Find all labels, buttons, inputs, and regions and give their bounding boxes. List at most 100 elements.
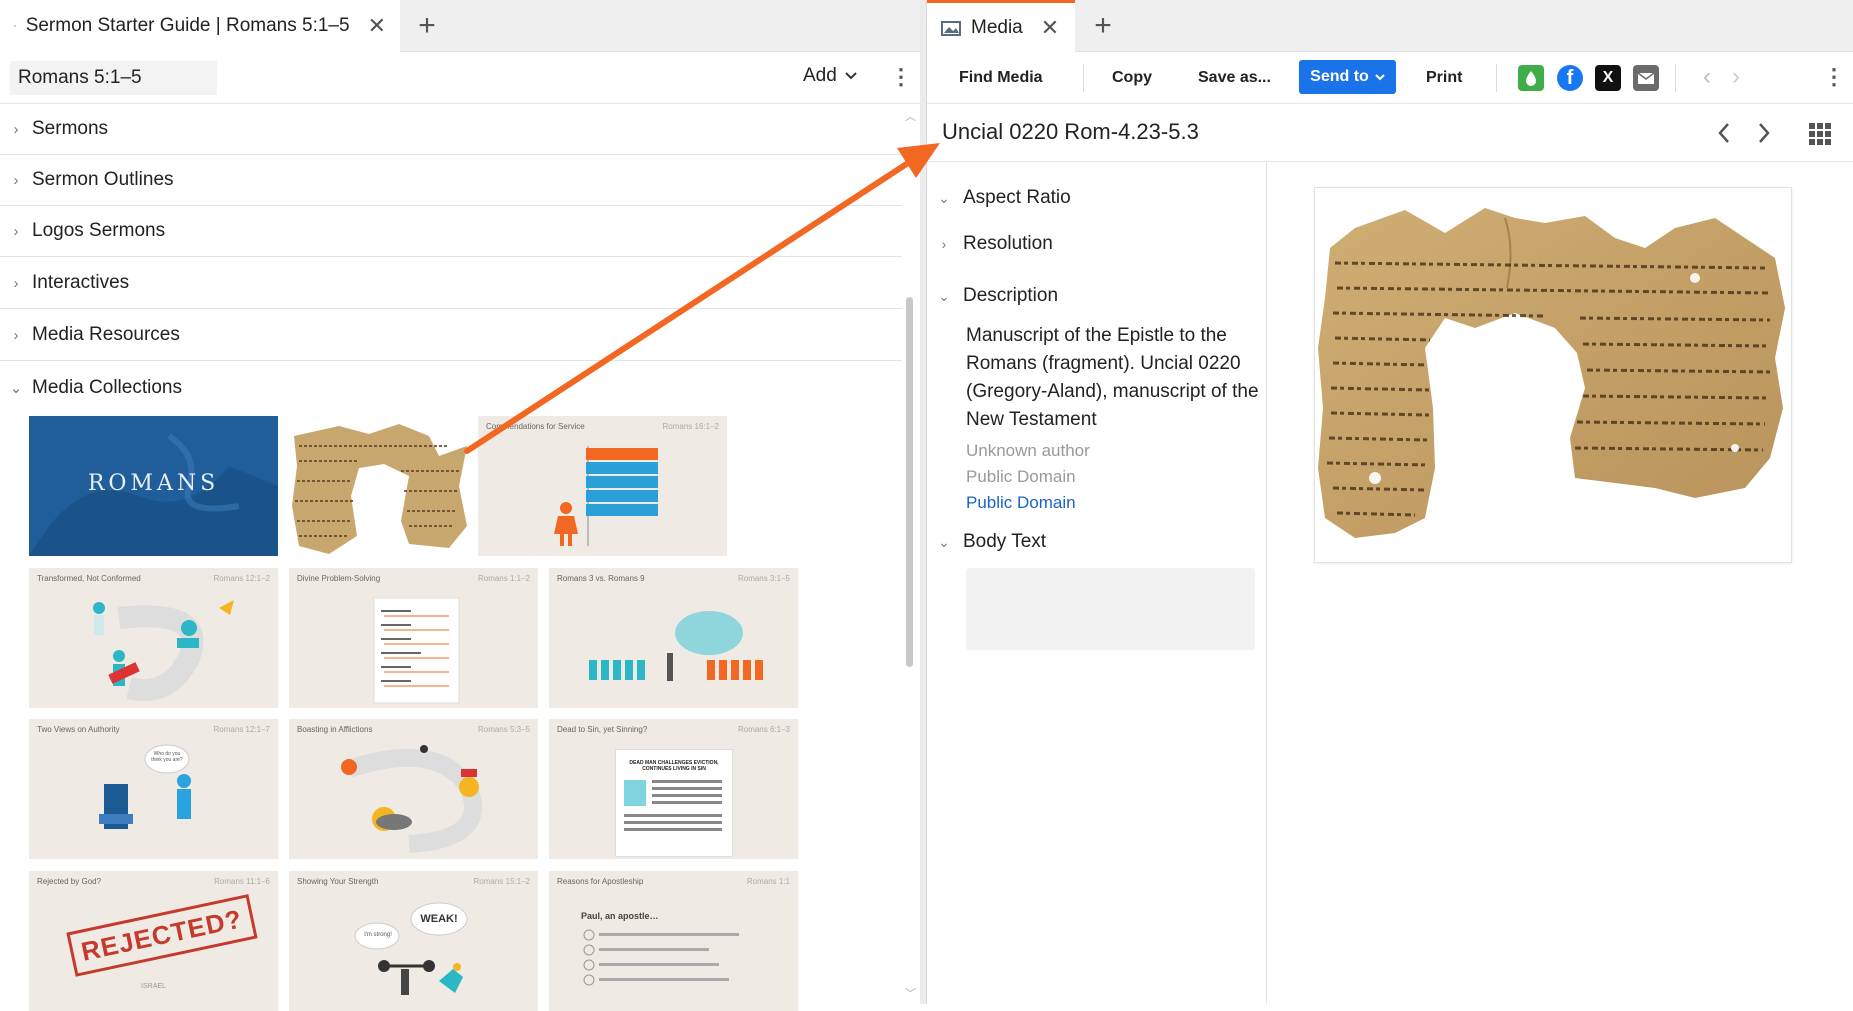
media-thumb-transformed[interactable]: Transformed, Not Conformed Romans 12:1–2 <box>29 568 278 708</box>
thumb-reference: Romans 11:1–6 <box>214 877 270 886</box>
license-link[interactable]: Public Domain <box>966 493 1076 513</box>
section-interactives[interactable]: › Interactives <box>0 258 902 309</box>
scroll-down-icon[interactable]: ﹀ <box>905 985 916 1001</box>
weak-bubble: WEAK! <box>420 913 458 925</box>
scroll-up-icon[interactable]: ︿ <box>905 108 916 124</box>
thumb-title: Dead to Sin, yet Sinning? <box>557 725 648 734</box>
rejected-stamp: REJECTED? <box>66 894 258 977</box>
description-label: Description <box>963 285 1059 306</box>
section-media-collections[interactable]: ⌄ Media Collections <box>0 362 902 413</box>
more-options-icon[interactable]: ⋮ <box>1823 66 1845 88</box>
resolution-toggle[interactable]: › Resolution <box>937 233 1053 255</box>
chevron-down-icon <box>1375 73 1385 80</box>
x-icon[interactable]: X <box>1595 65 1621 91</box>
grid-view-icon[interactable] <box>1809 123 1831 145</box>
media-thumb-boasting-afflictions[interactable]: Boasting in Afflictions Romans 5:3–5 <box>289 719 538 859</box>
right-pane: Media ✕ + Find Media Copy Save as... Sen… <box>926 0 1853 1004</box>
chevron-down-icon: ⌄ <box>9 379 23 397</box>
close-icon[interactable]: ✕ <box>368 13 386 39</box>
media-thumb-apostleship[interactable]: Reasons for Apostleship Romans 1:1 Paul,… <box>549 871 798 1011</box>
chevron-down-icon: ⌄ <box>938 533 950 550</box>
newspaper-graphic: DEAD MAN CHALLENGES EVICTION, CONTINUES … <box>615 749 733 857</box>
media-thumb-divine-problem-solving[interactable]: Divine Problem-Solving Romans 1:1–2 <box>289 568 538 708</box>
media-thumb-dead-to-sin[interactable]: Dead to Sin, yet Sinning? Romans 6:1–3 D… <box>549 719 798 859</box>
tab-sermon-starter-guide[interactable]: Sermon Starter Guide | Romans 5:1–5 ✕ <box>0 0 400 52</box>
thumb-title: ROMANS <box>87 471 220 496</box>
author-text: Unknown author <box>966 441 1090 460</box>
section-label: Sermon Outlines <box>32 169 174 190</box>
scrollbar[interactable] <box>906 297 913 667</box>
more-options-icon[interactable]: ⋮ <box>890 66 912 88</box>
section-label: Interactives <box>32 272 130 293</box>
new-tab-button[interactable]: + <box>407 0 447 52</box>
section-logos-sermons[interactable]: › Logos Sermons <box>0 206 902 257</box>
toolbar-divider <box>1675 64 1676 92</box>
history-forward-icon[interactable]: › <box>1732 63 1740 91</box>
facebook-icon[interactable]: f <box>1557 65 1583 91</box>
save-as-button[interactable]: Save as... <box>1198 52 1271 104</box>
section-label: Logos Sermons <box>32 220 166 241</box>
media-properties-panel: ⌄ Aspect Ratio › Resolution ⌄ Descriptio… <box>927 162 1267 1004</box>
quiz-options <box>583 929 739 986</box>
body-text-label: Body Text <box>963 531 1047 552</box>
media-thumb-two-views[interactable]: Two Views on Authority Romans 12:1–7 Who… <box>29 719 278 859</box>
description-text: Manuscript of the Epistle to the Romans … <box>966 325 1259 430</box>
print-button[interactable]: Print <box>1426 52 1462 104</box>
section-label: Media Resources <box>32 324 180 345</box>
media-preview[interactable] <box>1314 187 1792 563</box>
new-tab-button[interactable]: + <box>1083 0 1123 52</box>
media-title: Uncial 0220 Rom-4.23-5.3 <box>942 119 1199 144</box>
left-toolbar: Add ⋮ <box>0 52 920 104</box>
aspect-ratio-label: Aspect Ratio <box>963 187 1071 208</box>
media-thumb-rejected[interactable]: Rejected by God? Romans 11:1–6 REJECTED?… <box>29 871 278 1011</box>
media-thumb-showing-strength[interactable]: Showing Your Strength Romans 15:1–2 WEAK… <box>289 871 538 1011</box>
chevron-right-icon: › <box>13 171 19 189</box>
aspect-ratio-toggle[interactable]: ⌄ Aspect Ratio <box>937 187 1071 209</box>
checklist-illustration <box>373 597 460 704</box>
transformation-illustration <box>93 600 234 701</box>
chevron-right-icon: › <box>13 274 19 292</box>
media-toolbar: Find Media Copy Save as... Send to Print… <box>927 52 1853 104</box>
close-icon[interactable]: ✕ <box>1041 15 1059 41</box>
media-thumb-romans-3-vs-9[interactable]: Romans 3 vs. Romans 9 Romans 3:1–5 <box>549 568 798 708</box>
tab-media[interactable]: Media ✕ <box>927 0 1075 52</box>
section-sermons[interactable]: › Sermons <box>0 104 902 155</box>
chevron-down-icon: ⌄ <box>938 287 950 304</box>
body-text-area[interactable] <box>966 568 1255 650</box>
media-icon <box>941 20 961 36</box>
strength-illustration <box>354 902 468 995</box>
logos-icon[interactable] <box>1518 65 1544 91</box>
history-back-icon[interactable]: ‹ <box>1703 63 1711 91</box>
crowds-illustration <box>589 611 763 681</box>
find-media-button[interactable]: Find Media <box>959 52 1043 104</box>
thumb-title: Rejected by God? <box>37 877 102 886</box>
send-to-button[interactable]: Send to <box>1299 60 1396 94</box>
section-sermon-outlines[interactable]: › Sermon Outlines <box>0 155 902 206</box>
media-thumb-commendations[interactable]: Commendations for Service Romans 16:1–2 <box>478 416 727 556</box>
section-media-resources[interactable]: › Media Resources <box>0 310 902 361</box>
reference-input[interactable] <box>10 61 217 95</box>
body-text-toggle[interactable]: ⌄ Body Text <box>937 531 1046 553</box>
manuscript-fragment-image <box>1318 208 1785 538</box>
guide-icon <box>14 25 16 27</box>
send-to-label: Send to <box>1310 68 1369 85</box>
license-text: Public Domain <box>966 467 1076 486</box>
media-thumb-romans[interactable]: ROMANS <box>29 416 278 556</box>
copy-button[interactable]: Copy <box>1112 52 1152 104</box>
afflictions-illustration <box>341 745 482 853</box>
description-toggle[interactable]: ⌄ Description <box>937 285 1058 307</box>
speech-bubble: Who do you think you are? <box>151 751 183 763</box>
toolbar-divider <box>1083 64 1084 92</box>
right-tab-bar: Media ✕ + <box>927 0 1853 52</box>
left-pane: Sermon Starter Guide | Romans 5:1–5 ✕ + … <box>0 0 920 1011</box>
email-icon[interactable] <box>1633 65 1659 91</box>
add-button[interactable]: Add <box>803 65 857 87</box>
thumb-reference: Romans 6:1–3 <box>737 725 790 734</box>
chevron-right-icon: › <box>13 326 19 344</box>
tab-title: Media <box>971 16 1023 38</box>
tab-title: Sermon Starter Guide | Romans 5:1–5 <box>25 15 350 36</box>
previous-media-icon[interactable] <box>1717 122 1731 144</box>
newspaper-headline: DEAD MAN CHALLENGES EVICTION, CONTINUES … <box>629 760 719 772</box>
next-media-icon[interactable] <box>1757 122 1771 144</box>
flag-illustration <box>554 446 658 546</box>
